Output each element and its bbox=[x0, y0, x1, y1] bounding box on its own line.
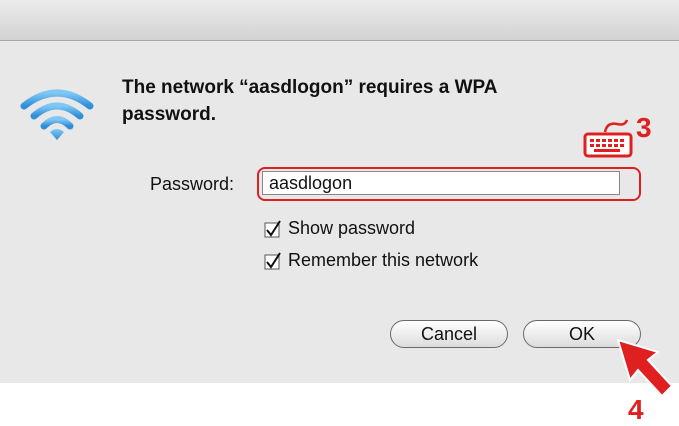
password-input[interactable] bbox=[262, 171, 620, 195]
keyboard-icon bbox=[583, 119, 633, 158]
checkbox-checked-icon bbox=[264, 219, 281, 237]
show-password-label: Show password bbox=[288, 218, 416, 238]
checkbox-checked-icon bbox=[264, 251, 281, 269]
remember-network-checkbox[interactable]: Remember this network bbox=[264, 250, 478, 271]
remember-network-label: Remember this network bbox=[288, 250, 479, 270]
cancel-button[interactable]: Cancel bbox=[390, 320, 508, 348]
step-number-4: 4 bbox=[628, 394, 644, 425]
step-number-3: 3 bbox=[636, 112, 652, 143]
wifi-icon bbox=[20, 89, 94, 140]
dialog-message: The network “aasdlogon” requires a WPA p… bbox=[122, 77, 497, 125]
password-label: Password: bbox=[150, 174, 235, 194]
arrow-pointer-icon bbox=[616, 338, 674, 398]
window-titlebar[interactable] bbox=[0, 0, 679, 41]
wifi-password-dialog: The network “aasdlogon” requires a WPA p… bbox=[0, 0, 679, 383]
show-password-checkbox[interactable]: Show password bbox=[264, 218, 415, 239]
